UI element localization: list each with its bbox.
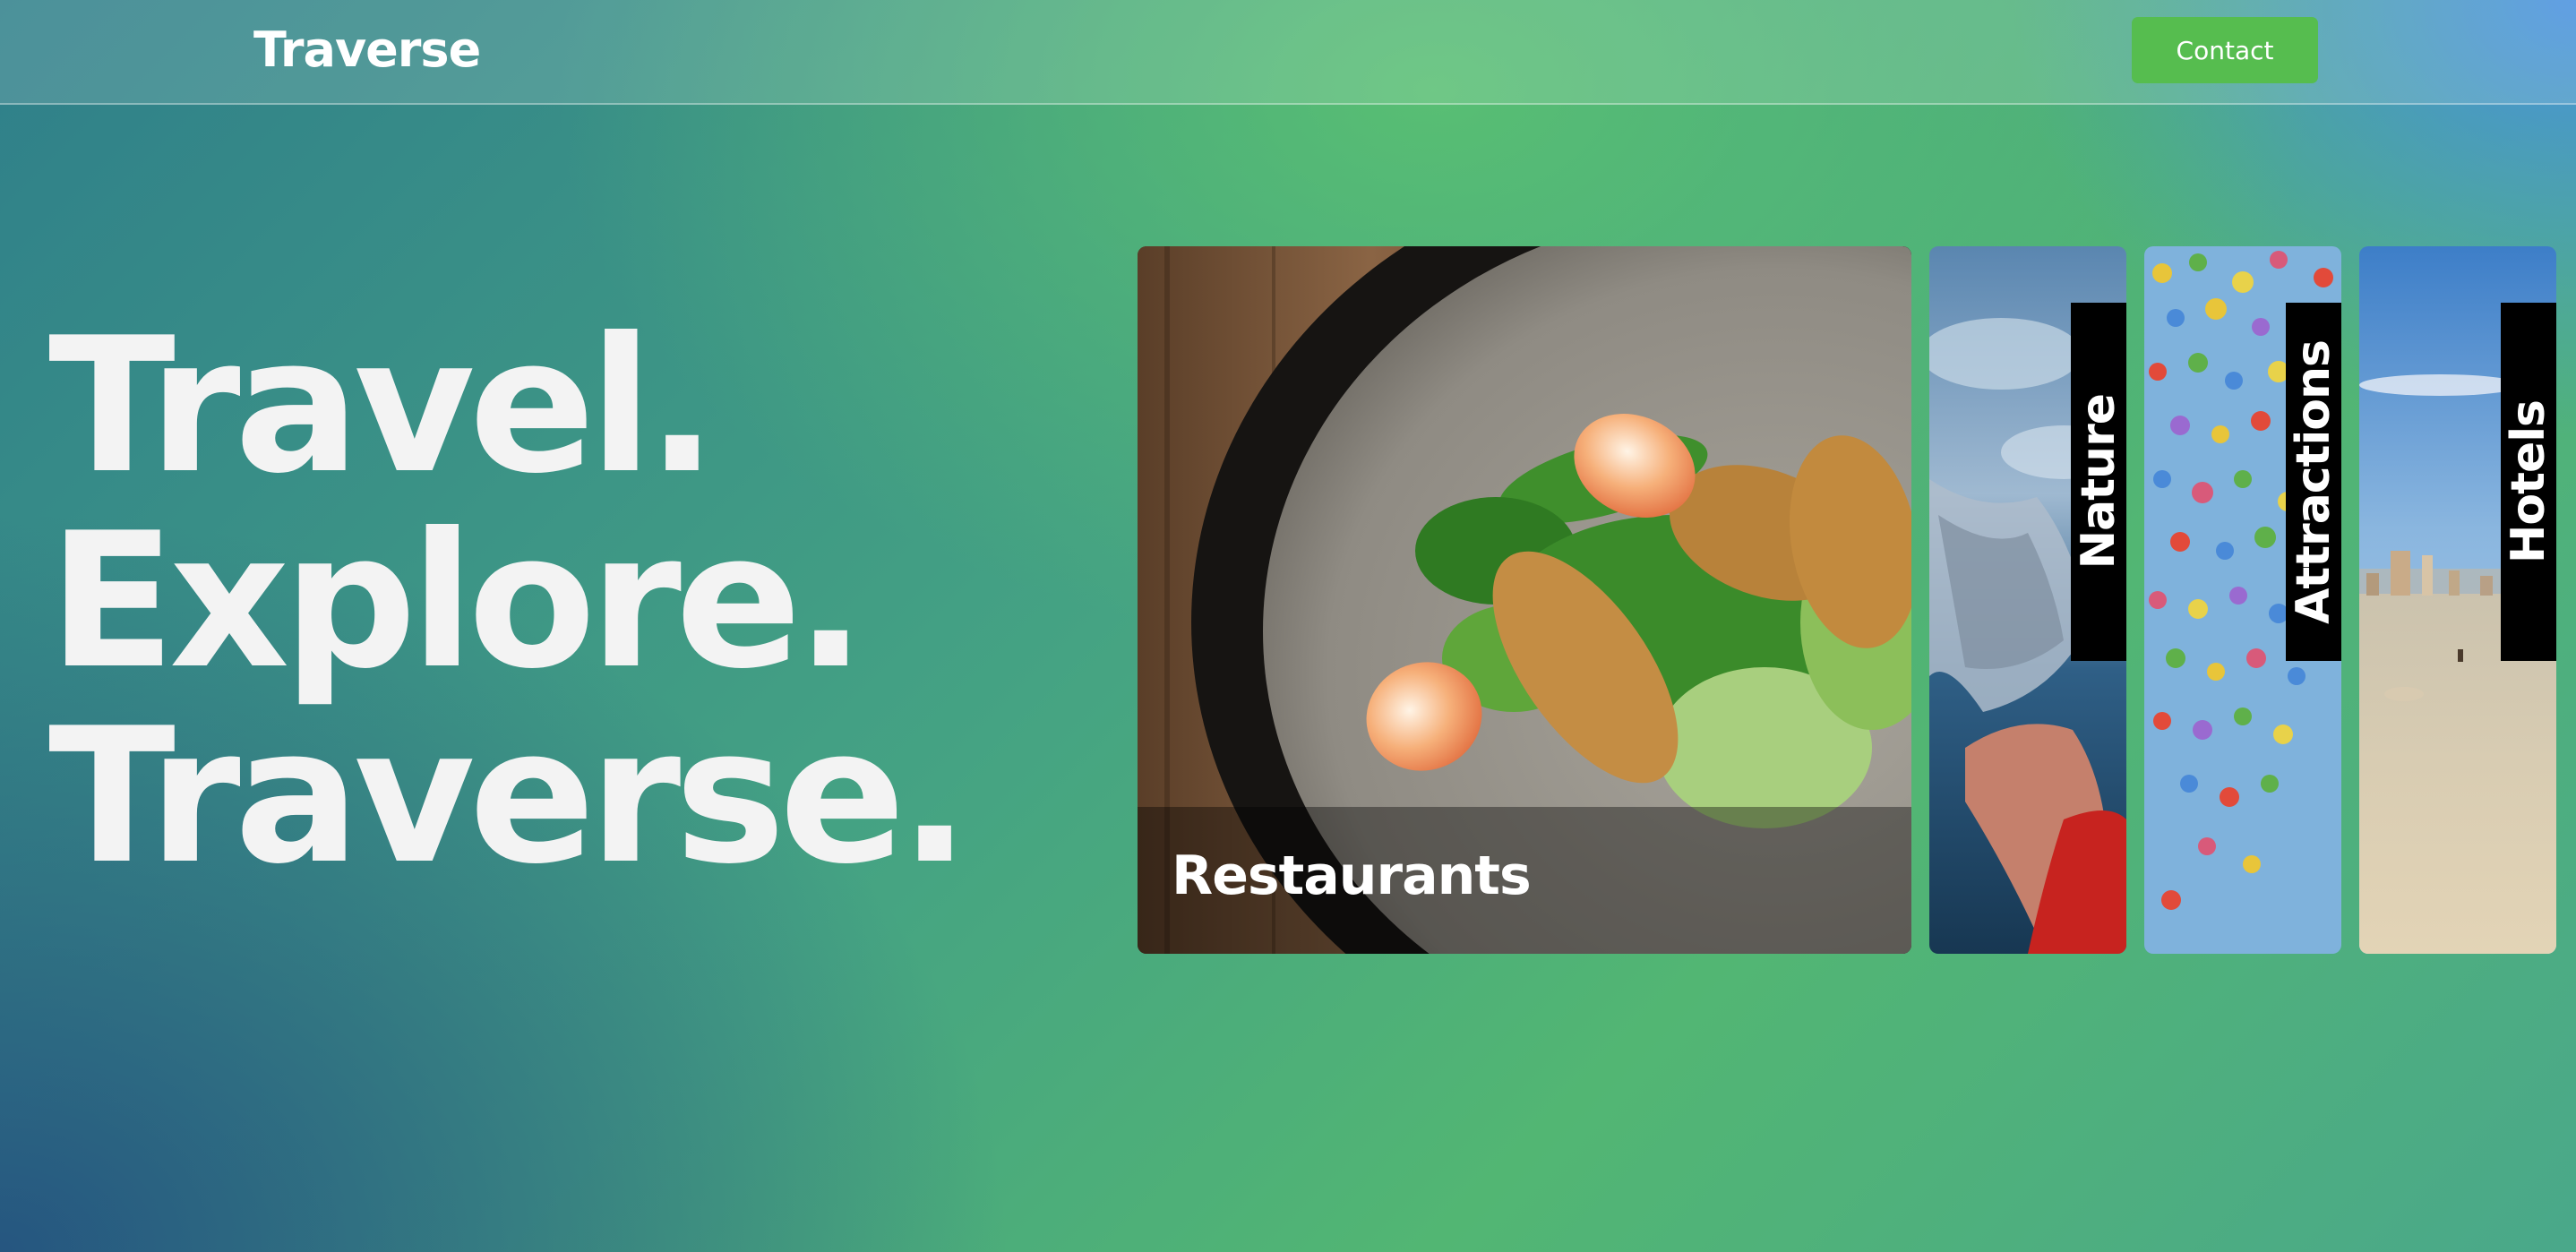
card-hotels[interactable]: Hotels	[2359, 246, 2556, 954]
contact-button[interactable]: Contact	[2132, 17, 2318, 83]
card-label-restaurants: Restaurants	[1172, 845, 1532, 907]
card-label-attractions: Attractions	[2287, 339, 2340, 624]
brand-logo[interactable]: Traverse	[253, 18, 481, 82]
card-label-nature-bar: Nature	[2071, 303, 2126, 661]
top-nav-bar: Traverse Contact	[0, 0, 2576, 105]
card-label-hotels-bar: Hotels	[2501, 303, 2556, 661]
card-label-nature: Nature	[2072, 394, 2125, 570]
card-label-attractions-bar: Attractions	[2286, 303, 2341, 661]
hero-line-traverse: Traverse.	[48, 689, 970, 905]
hero-line-travel: Travel.	[48, 298, 717, 515]
card-restaurants[interactable]: Restaurants	[1138, 246, 1911, 954]
hero-line-explore: Explore.	[48, 493, 866, 710]
card-label-hotels: Hotels	[2502, 399, 2555, 564]
card-nature[interactable]: Nature	[1929, 246, 2126, 954]
hero-heading: Travel. Explore. Traverse.	[48, 309, 1123, 895]
card-attractions[interactable]: Attractions	[2144, 246, 2341, 954]
